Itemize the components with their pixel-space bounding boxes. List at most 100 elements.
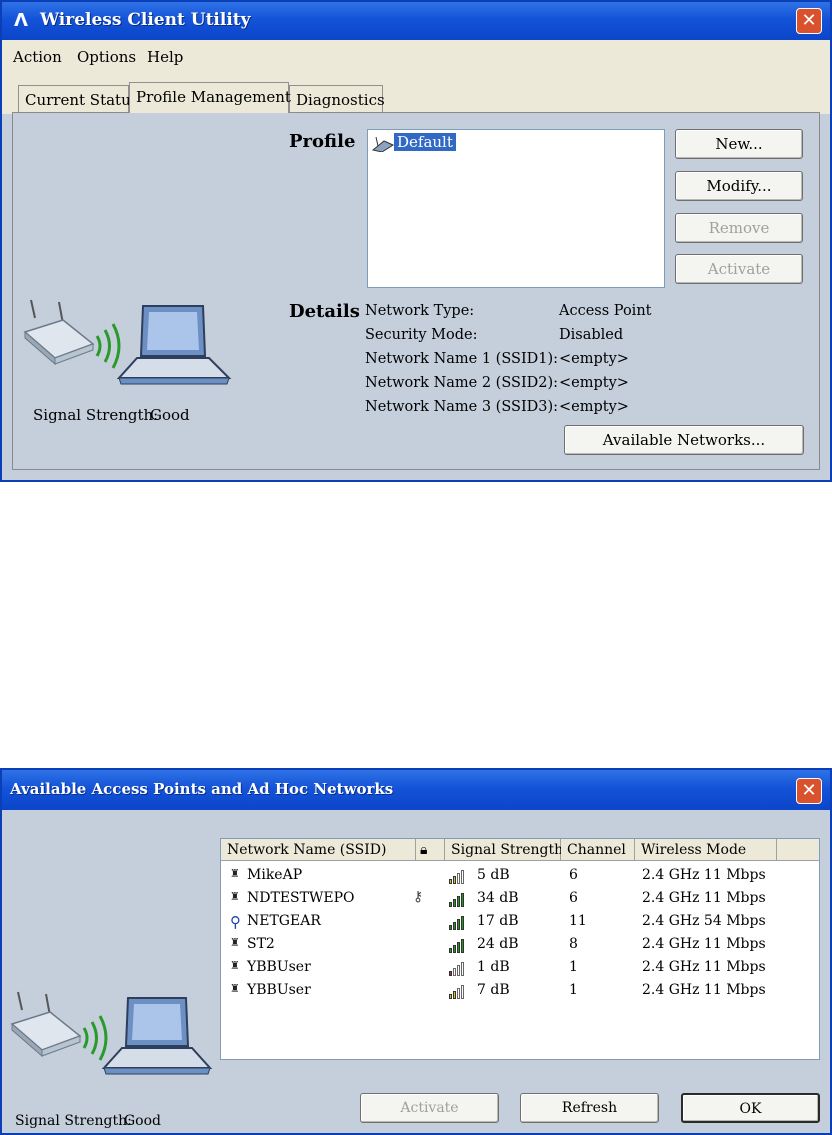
networks-list[interactable]: Network Name (SSID) 🔒︎ Signal Strength C…	[220, 838, 820, 1060]
signal-bar	[449, 948, 452, 953]
app-logo-icon: Λ	[14, 10, 28, 31]
network-row[interactable]: ♜ NDTESTWEPO ⚷ 34 dB 6 2.4 GHz 11 Mbps	[221, 888, 819, 910]
detail-label: Security Mode:	[365, 327, 478, 343]
signal-bar	[453, 968, 456, 976]
signal-bar	[453, 876, 456, 884]
signal-bar	[457, 919, 460, 930]
close-button[interactable]: ✕	[796, 778, 822, 804]
infrastructure-icon: ♜	[230, 936, 240, 949]
router-laptop-illustration	[10, 991, 213, 1075]
router-laptop-illustration	[23, 299, 232, 385]
column-header-ssid[interactable]: Network Name (SSID)	[221, 839, 416, 861]
signal-bar	[449, 902, 452, 907]
signal-cell: 7 dB	[477, 982, 510, 998]
ok-button[interactable]: OK	[681, 1093, 820, 1123]
profile-heading: Profile	[289, 131, 356, 152]
ssid-cell: NDTESTWEPO	[247, 890, 355, 906]
profile-list[interactable]: Default	[367, 129, 665, 288]
signal-bar	[461, 939, 464, 953]
ssid-cell: ST2	[247, 936, 275, 952]
window-title: Wireless Client Utility	[40, 10, 251, 30]
signal-cell: 5 dB	[477, 867, 510, 883]
signal-bar	[457, 942, 460, 953]
signal-cell: 17 dB	[477, 913, 519, 929]
signal-cell: 34 dB	[477, 890, 519, 906]
activate-button[interactable]: Activate	[360, 1093, 499, 1123]
network-row[interactable]: ♜ ST2 24 dB 8 2.4 GHz 11 Mbps	[221, 934, 819, 956]
detail-value: Disabled	[559, 327, 624, 343]
signal-bar	[461, 962, 464, 976]
signal-bars-icon	[449, 960, 469, 976]
network-row[interactable]: ♜ YBBUser 7 dB 1 2.4 GHz 11 Mbps	[221, 980, 819, 1002]
signal-bar	[453, 922, 456, 930]
column-header-signal[interactable]: Signal Strength	[445, 839, 563, 861]
column-header-wireless-mode[interactable]: Wireless Mode	[635, 839, 777, 861]
channel-cell: 8	[569, 936, 578, 952]
remove-button[interactable]: Remove	[675, 213, 803, 243]
profile-item-default[interactable]: Default	[394, 133, 456, 151]
infrastructure-icon: ♜	[230, 867, 240, 880]
signal-bar	[453, 991, 456, 999]
column-header-security[interactable]: 🔒︎	[416, 839, 445, 861]
detail-value: <empty>	[559, 399, 629, 415]
wifi-waves-icon	[82, 1015, 108, 1061]
title-bar: Λ Wireless Client Utility ✕	[2, 2, 830, 40]
tab-diagnostics[interactable]: Diagnostics	[289, 85, 385, 113]
infrastructure-icon: ♜	[230, 890, 240, 903]
signal-bar	[449, 879, 452, 884]
detail-label: Network Name 2 (SSID2):	[365, 375, 559, 391]
menu-help[interactable]: Help	[147, 48, 183, 66]
available-networks-button[interactable]: Available Networks...	[564, 425, 804, 455]
signal-bars-icon	[449, 937, 469, 953]
channel-cell: 11	[569, 913, 587, 929]
signal-bar	[449, 925, 452, 930]
refresh-button[interactable]: Refresh	[520, 1093, 659, 1123]
menu-options[interactable]: Options	[77, 48, 136, 66]
signal-bar	[449, 994, 452, 999]
activate-button[interactable]: Activate	[675, 254, 803, 284]
signal-bar	[461, 870, 464, 884]
ssid-cell: MikeAP	[247, 867, 303, 883]
tab-current-status[interactable]: Current Status	[18, 85, 138, 113]
detail-label: Network Type:	[365, 303, 475, 319]
window-title: Available Access Points and Ad Hoc Netwo…	[10, 780, 394, 798]
signal-bar	[457, 873, 460, 884]
ssid-cell: YBBUser	[247, 982, 311, 998]
channel-cell: 1	[569, 982, 578, 998]
tab-strip: Current Status Profile Management Diagno…	[2, 70, 830, 114]
wireless-mode-cell: 2.4 GHz 11 Mbps	[642, 982, 766, 998]
menu-bar: Action Options Help	[2, 40, 830, 70]
detail-value: Access Point	[559, 303, 652, 319]
signal-bars-icon	[449, 891, 469, 907]
tab-profile-management[interactable]: Profile Management	[129, 82, 291, 113]
menu-action[interactable]: Action	[13, 48, 62, 66]
title-bar: Available Access Points and Ad Hoc Netwo…	[2, 770, 830, 810]
column-header-channel[interactable]: Channel	[561, 839, 635, 861]
ad-hoc-icon: ⚲	[230, 913, 241, 931]
lock-key-icon: 🔒︎	[420, 842, 428, 858]
signal-bar	[461, 916, 464, 930]
signal-cell: 1 dB	[477, 959, 510, 975]
signal-cell: 24 dB	[477, 936, 519, 952]
close-button[interactable]: ✕	[796, 8, 822, 34]
profile-icon	[371, 136, 395, 153]
router-icon	[10, 991, 82, 1058]
signal-bars-icon	[449, 868, 469, 884]
detail-value: <empty>	[559, 351, 629, 367]
ssid-cell: NETGEAR	[247, 913, 321, 929]
new-button[interactable]: New...	[675, 129, 803, 159]
modify-button[interactable]: Modify...	[675, 171, 803, 201]
signal-bar	[457, 988, 460, 999]
network-row[interactable]: ♜ YBBUser 1 dB 1 2.4 GHz 11 Mbps	[221, 957, 819, 979]
wireless-mode-cell: 2.4 GHz 11 Mbps	[642, 959, 766, 975]
profile-management-panel: Signal Strength: Good Profile Default Ne…	[12, 112, 820, 470]
details-heading: Details	[289, 301, 360, 322]
detail-label: Network Name 1 (SSID1):	[365, 351, 559, 367]
wifi-waves-icon	[95, 323, 121, 369]
wireless-mode-cell: 2.4 GHz 54 Mbps	[642, 913, 766, 929]
network-row[interactable]: ⚲ NETGEAR 17 dB 11 2.4 GHz 54 Mbps	[221, 911, 819, 933]
channel-cell: 1	[569, 959, 578, 975]
channel-cell: 6	[569, 867, 578, 883]
signal-bar	[453, 899, 456, 907]
network-row[interactable]: ♜ MikeAP 5 dB 6 2.4 GHz 11 Mbps	[221, 865, 819, 887]
